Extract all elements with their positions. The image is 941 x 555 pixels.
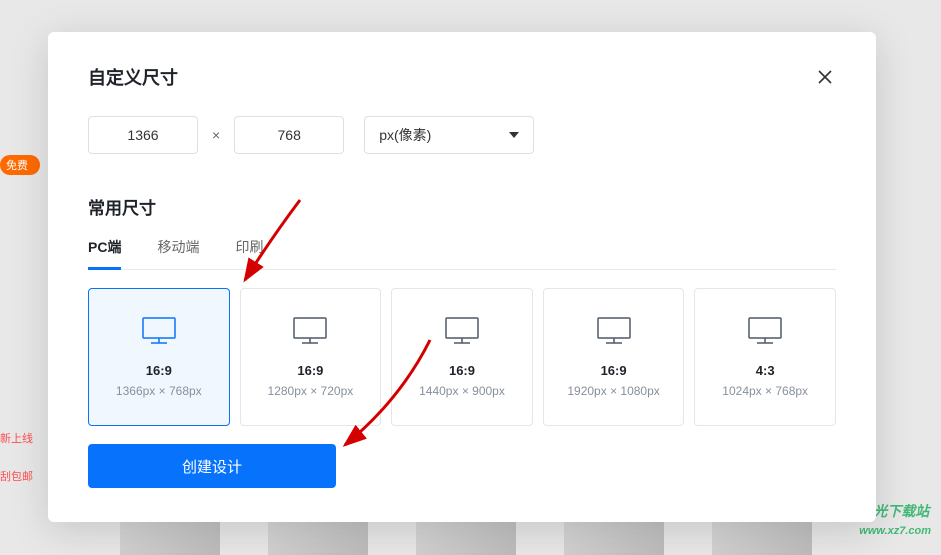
- size-ratio: 16:9: [297, 363, 323, 378]
- custom-size-modal: 自定义尺寸 × px(像素) 常用尺寸 PC端 移动端 印刷 16:9 1366…: [48, 32, 876, 522]
- common-sizes-title: 常用尺寸: [88, 194, 836, 219]
- create-button-label: 创建设计: [182, 456, 242, 477]
- caret-down-icon: [509, 132, 519, 138]
- size-ratio: 16:9: [601, 363, 627, 378]
- times-symbol: ×: [212, 127, 220, 143]
- new-online-label: 新上线: [0, 430, 40, 446]
- size-dims: 1366px × 768px: [116, 384, 202, 398]
- size-ratio: 16:9: [449, 363, 475, 378]
- tab-pc[interactable]: PC端: [88, 237, 121, 270]
- width-input[interactable]: [88, 116, 198, 154]
- close-icon: [817, 69, 833, 85]
- size-dims: 1440px × 900px: [419, 384, 505, 398]
- size-card-1280x720[interactable]: 16:9 1280px × 720px: [240, 288, 382, 426]
- size-dims: 1024px × 768px: [722, 384, 808, 398]
- monitor-icon: [748, 317, 782, 345]
- size-dims: 1920px × 1080px: [567, 384, 659, 398]
- size-card-1366x768[interactable]: 16:9 1366px × 768px: [88, 288, 230, 426]
- tab-print[interactable]: 印刷: [235, 237, 263, 270]
- monitor-icon: [142, 317, 176, 345]
- free-badge: 免费: [0, 155, 40, 175]
- size-card-1024x768[interactable]: 4:3 1024px × 768px: [694, 288, 836, 426]
- dimension-row: × px(像素): [88, 116, 836, 154]
- modal-title: 自定义尺寸: [88, 64, 178, 90]
- size-dims: 1280px × 720px: [268, 384, 354, 398]
- size-options-grid: 16:9 1366px × 768px 16:9 1280px × 720px …: [88, 288, 836, 426]
- size-ratio: 4:3: [756, 363, 775, 378]
- close-button[interactable]: [814, 66, 836, 88]
- background-left-badges: 免费 新上线 刮包邮: [0, 155, 40, 484]
- size-ratio: 16:9: [146, 363, 172, 378]
- device-tabs: PC端 移动端 印刷: [88, 237, 836, 270]
- size-card-1920x1080[interactable]: 16:9 1920px × 1080px: [543, 288, 685, 426]
- size-card-1440x900[interactable]: 16:9 1440px × 900px: [391, 288, 533, 426]
- unit-select-label: px(像素): [379, 125, 431, 145]
- height-input[interactable]: [234, 116, 344, 154]
- monitor-icon: [293, 317, 327, 345]
- modal-header: 自定义尺寸: [88, 64, 836, 90]
- tab-mobile[interactable]: 移动端: [157, 237, 199, 270]
- monitor-icon: [597, 317, 631, 345]
- create-design-button[interactable]: 创建设计: [88, 444, 336, 488]
- unit-select[interactable]: px(像素): [364, 116, 534, 154]
- monitor-icon: [445, 317, 479, 345]
- free-shipping-label: 刮包邮: [0, 468, 40, 484]
